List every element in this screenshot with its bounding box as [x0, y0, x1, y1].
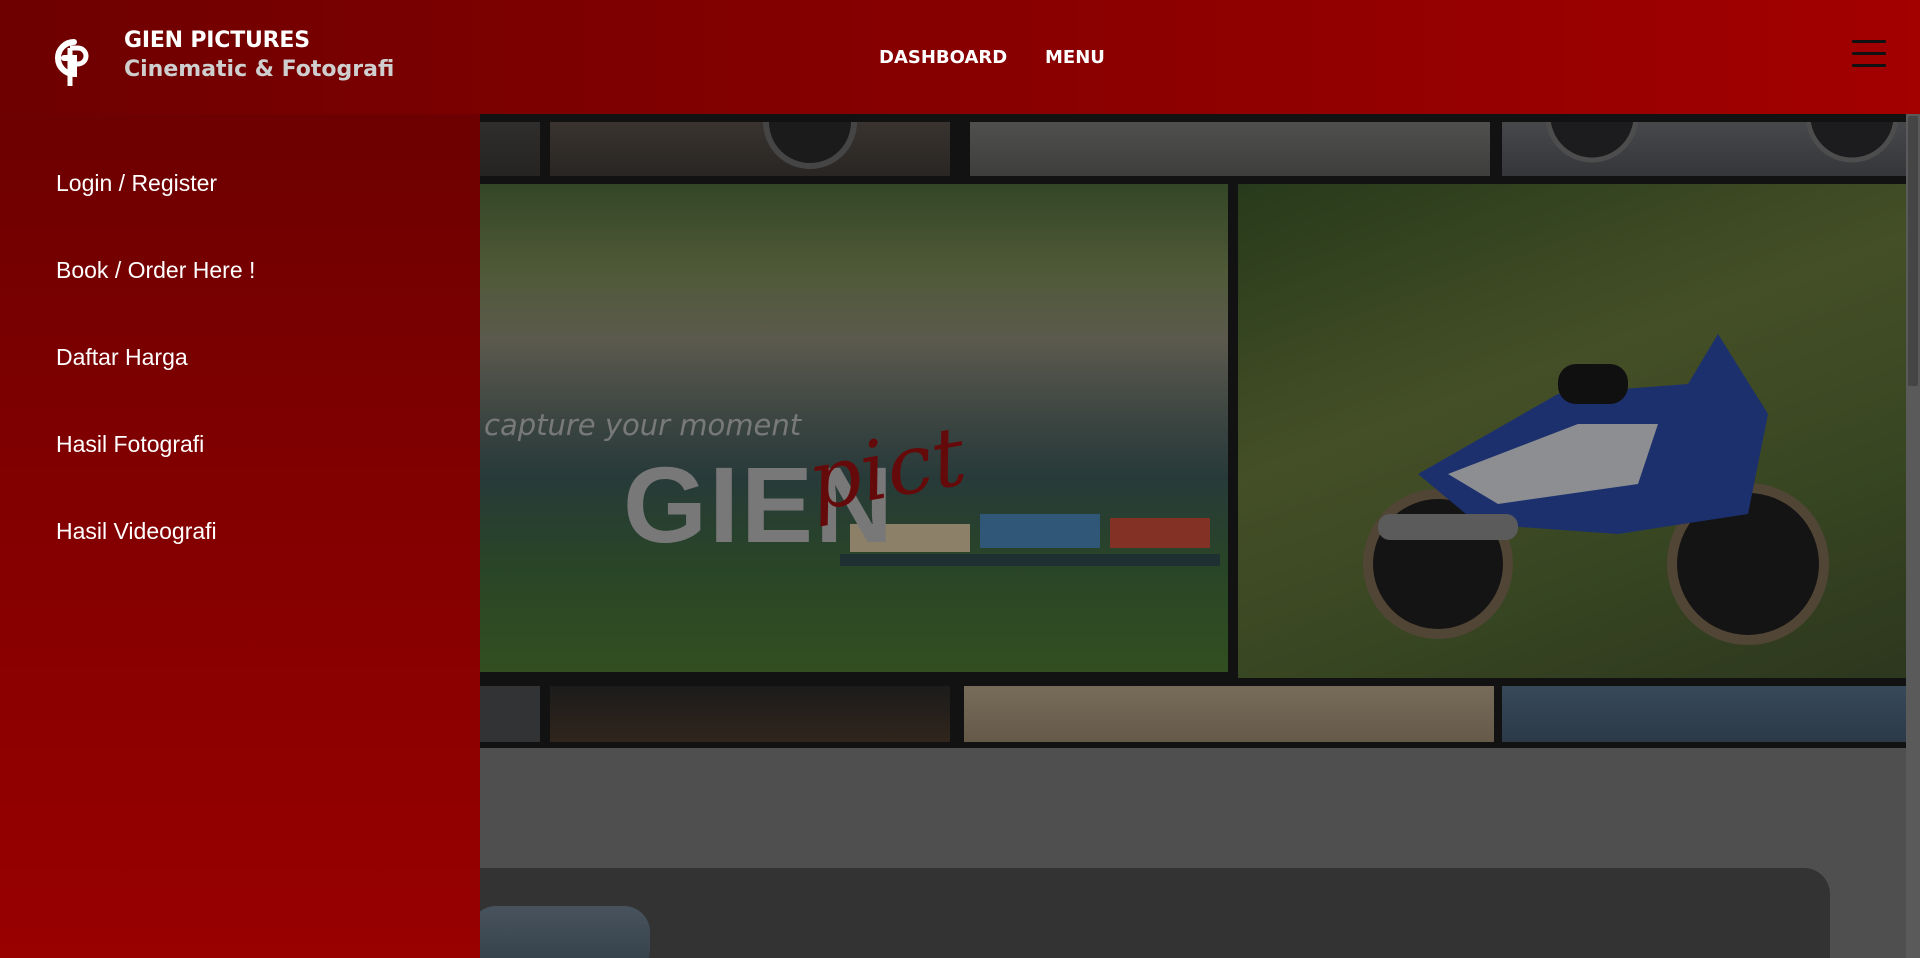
nav-dashboard-link[interactable]: DASHBOARD — [879, 47, 1007, 68]
gien-pictures-logo-icon[interactable] — [44, 34, 92, 88]
collage-photo — [550, 686, 950, 742]
motorcycle-wheel-image — [763, 122, 857, 169]
hamburger-icon[interactable] — [1852, 40, 1886, 70]
side-menu: Login / Register Book / Order Here ! Daf… — [0, 114, 480, 958]
motorcycle-photo — [1238, 184, 1906, 678]
sidebar-item-book-order[interactable]: Book / Order Here ! — [56, 257, 255, 284]
sidebar-item-hasil-videografi[interactable]: Hasil Videografi — [56, 518, 217, 545]
brand-title: GIEN PICTURES — [124, 28, 310, 53]
motorcycle-wheel-image — [1545, 122, 1899, 163]
content-card — [452, 868, 1830, 958]
scrollbar-thumb[interactable] — [1908, 116, 1918, 386]
lake-photo: capture your moment GIEN pict — [480, 184, 1228, 672]
collage-photo — [550, 122, 950, 176]
hero-tagline: capture your moment — [484, 408, 802, 442]
sidebar-item-daftar-harga[interactable]: Daftar Harga — [56, 344, 188, 371]
collage-photo — [970, 122, 1490, 176]
top-header: GIEN PICTURES Cinematic & Fotografi DASH… — [0, 0, 1920, 114]
collage-photo — [1502, 686, 1906, 742]
brand-subtitle: Cinematic & Fotografi — [124, 57, 395, 82]
sidebar-item-hasil-fotografi[interactable]: Hasil Fotografi — [56, 431, 204, 458]
hero-collage: capture your moment GIEN pict — [480, 114, 1906, 748]
sidebar-item-login-register[interactable]: Login / Register — [56, 170, 217, 197]
collage-photo — [480, 122, 540, 176]
nav-menu-link[interactable]: MENU — [1045, 47, 1105, 68]
collage-photo — [1502, 122, 1906, 176]
collage-photo — [480, 686, 540, 742]
collage-photo — [964, 686, 1494, 742]
card-thumbnail-image[interactable] — [470, 906, 650, 958]
motorcycle-image — [1363, 334, 1829, 645]
